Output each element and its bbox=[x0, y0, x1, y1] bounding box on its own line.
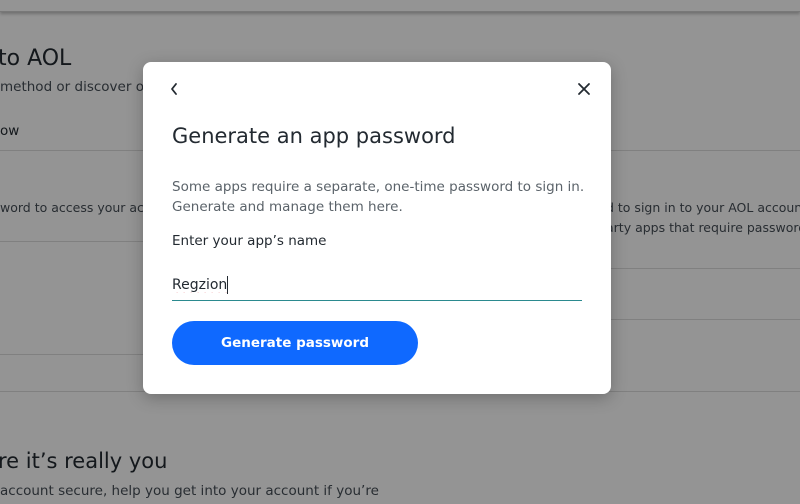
close-icon bbox=[578, 83, 590, 95]
dialog-description-line: Generate and manage them here. bbox=[172, 199, 403, 215]
dialog-description-line: Some apps require a separate, one-time p… bbox=[172, 179, 585, 195]
dialog-description: Some apps require a separate, one-time p… bbox=[172, 177, 592, 217]
back-button[interactable] bbox=[163, 78, 185, 100]
generate-app-password-dialog: Generate an app password Some apps requi… bbox=[143, 62, 611, 394]
generate-password-button[interactable]: Generate password bbox=[172, 321, 418, 365]
app-name-field-wrapper bbox=[172, 272, 582, 301]
chevron-left-icon bbox=[171, 83, 177, 95]
app-name-label: Enter your app’s name bbox=[172, 233, 327, 249]
dialog-title: Generate an app password bbox=[172, 124, 456, 148]
close-button[interactable] bbox=[573, 78, 595, 100]
app-name-input[interactable] bbox=[172, 272, 582, 298]
text-caret bbox=[227, 276, 228, 294]
